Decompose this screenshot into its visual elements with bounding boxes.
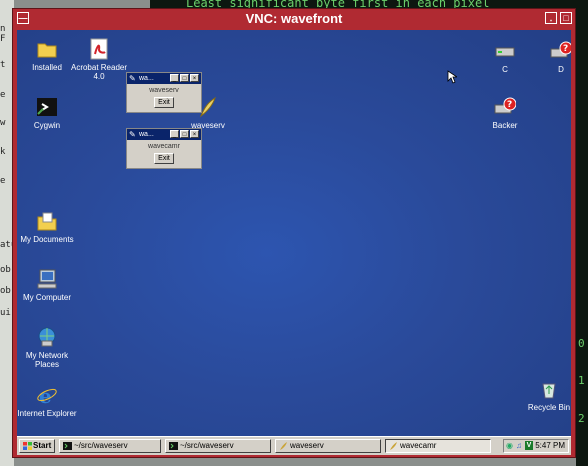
vnc-tray-icon[interactable]: V [525, 441, 533, 450]
icon-label: Cygwin [33, 121, 61, 130]
desktop-icon-cygwin[interactable]: Cygwin [17, 96, 78, 130]
close-button[interactable]: × [190, 130, 199, 138]
taskbar-item-label: ~/src/waveserv [180, 441, 234, 450]
clock: 5:47 PM [535, 441, 565, 450]
svg-text:e: e [39, 384, 52, 406]
icon-label: Internet Explorer [17, 409, 77, 418]
wavecamr-titlebar[interactable]: ✎ wa... _ □ × [127, 129, 201, 140]
taskbar-item-label: wavecamr [400, 441, 437, 450]
exit-button[interactable]: Exit [154, 153, 174, 164]
vnc-title: VNC: wavefront [245, 11, 343, 26]
feather-icon [390, 442, 397, 450]
minimize-button[interactable]: _ [170, 130, 179, 138]
taskbar: Start ~/src/waveserv ~/src/waveserv wave… [17, 436, 571, 455]
taskbar-item-wavecamr[interactable]: wavecamr [385, 439, 491, 453]
windows-logo-icon [23, 442, 32, 450]
icon-label: My Computer [22, 293, 71, 302]
start-button[interactable]: Start [19, 439, 55, 453]
start-label: Start [33, 441, 52, 450]
window-title: wa... [139, 75, 154, 82]
window-label: wavecamr [148, 143, 180, 150]
host-right-fragment: 1 [578, 374, 585, 387]
drive-icon [494, 40, 516, 62]
desktop-icon-recycle-bin[interactable]: Recycle Bin [518, 378, 571, 412]
svg-text:?: ? [507, 100, 512, 110]
exit-button[interactable]: Exit [154, 97, 174, 108]
computer-icon [36, 268, 58, 290]
vnc-title-bar[interactable]: — VNC: wavefront ․ □ [13, 9, 575, 29]
cygwin-icon [36, 96, 58, 118]
maximize-button[interactable]: □ [560, 12, 572, 24]
taskbar-item-label: waveserv [290, 441, 324, 450]
drive-missing-icon: ? [494, 96, 517, 118]
host-left-fragment: w [0, 118, 6, 128]
minimize-button[interactable]: ․ [545, 12, 557, 24]
host-left-fragment: t [0, 60, 6, 70]
host-left-fragment: ob [0, 286, 11, 296]
window-title: wa... [139, 131, 154, 138]
folder-icon [36, 38, 58, 60]
host-right-fragment: 0 [578, 337, 585, 350]
terminal-icon [63, 442, 72, 450]
remote-desktop[interactable]: Installed Acrobat Reader 4.0 Cygwin wave… [17, 30, 571, 436]
host-left-fragment: ui [0, 308, 11, 318]
svg-text:?: ? [563, 44, 568, 54]
icon-label: Recycle Bin [527, 403, 571, 412]
feather-icon [280, 442, 287, 450]
host-left-fragment: e [0, 90, 6, 100]
waveserv-window[interactable]: ✎ wa... _ □ × waveserv Exit [126, 72, 202, 113]
host-right-fragment: 2 [578, 412, 585, 425]
desktop-icon-acrobat[interactable]: Acrobat Reader 4.0 [68, 38, 130, 81]
window-label: waveserv [149, 87, 179, 94]
network-icon [36, 326, 58, 348]
close-button[interactable]: × [190, 74, 199, 82]
acrobat-icon [88, 38, 110, 60]
documents-folder-icon [36, 210, 58, 232]
icon-label: My Network Places [25, 351, 69, 369]
minimize-button[interactable]: _ [170, 74, 179, 82]
maximize-button[interactable]: □ [180, 130, 189, 138]
host-left-fragment: ob [0, 265, 11, 275]
host-left-fragment: k [0, 147, 6, 157]
icon-label: Backer [492, 121, 518, 130]
desktop-icon-drive-c[interactable]: C [474, 40, 536, 74]
icon-label: Acrobat Reader 4.0 [70, 63, 128, 81]
network-tray-icon[interactable]: ◉ [506, 440, 513, 452]
recycle-bin-icon [538, 378, 560, 400]
desktop-icon-my-computer[interactable]: My Computer [17, 268, 78, 302]
window-menu-button[interactable]: — [17, 12, 29, 24]
host-left-fragment: e [0, 176, 6, 186]
system-tray: ◉ ♫ V 5:47 PM [503, 439, 569, 453]
vnc-window[interactable]: — VNC: wavefront ․ □ Installed Acrobat R… [12, 8, 576, 458]
feather-icon: ✎ [129, 74, 136, 83]
waveserv-titlebar[interactable]: ✎ wa... _ □ × [127, 73, 201, 84]
taskbar-item-waveserv[interactable]: waveserv [275, 439, 381, 453]
taskbar-item-label: ~/src/waveserv [74, 441, 128, 450]
ie-icon: e [36, 384, 58, 408]
terminal-icon [169, 442, 178, 450]
drive-missing-icon: ? [550, 40, 571, 62]
desktop-icon-network-places[interactable]: My Network Places [17, 326, 78, 369]
wavecamr-window[interactable]: ✎ wa... _ □ × wavecamr Exit [126, 128, 202, 169]
volume-tray-icon[interactable]: ♫ [516, 440, 522, 452]
desktop-icon-my-documents[interactable]: My Documents [17, 210, 78, 244]
desktop-icon-drive-d[interactable]: ? D [530, 40, 571, 74]
icon-label: D [558, 65, 564, 74]
desktop-icon-internet-explorer[interactable]: e Internet Explorer [17, 384, 78, 418]
host-terminal-right: 0 1 2 [576, 12, 588, 466]
taskbar-item-terminal-1[interactable]: ~/src/waveserv [59, 439, 161, 453]
taskbar-item-terminal-2[interactable]: ~/src/waveserv [165, 439, 271, 453]
icon-label: C [502, 65, 508, 74]
feather-icon: ✎ [129, 130, 136, 139]
desktop-icon-backer[interactable]: ? Backer [474, 96, 536, 130]
icon-label: My Documents [20, 235, 74, 244]
maximize-button[interactable]: □ [180, 74, 189, 82]
